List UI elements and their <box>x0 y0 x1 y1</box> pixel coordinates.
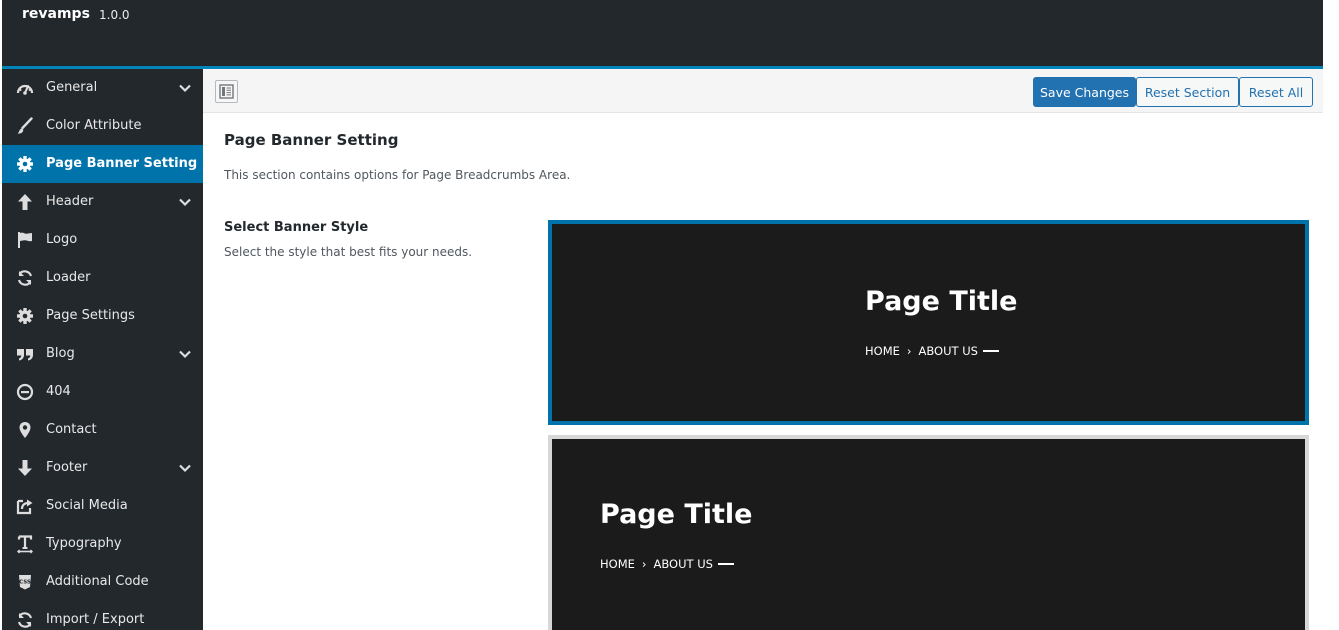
sidebar-item-label: Logo <box>46 232 78 247</box>
sidebar-item-additional-code[interactable]: CSS Additional Code <box>2 563 203 601</box>
sidebar-item-label: Color Attribute <box>46 118 142 133</box>
breadcrumb-separator: › <box>906 344 912 358</box>
breadcrumb-home: HOME <box>600 557 635 571</box>
chevron-down-icon[interactable] <box>178 461 192 475</box>
sidebar-item-404[interactable]: 404 <box>2 373 203 411</box>
chevron-down-icon[interactable] <box>178 81 192 95</box>
sidebar-item-header[interactable]: Header <box>2 183 203 221</box>
sidebar-item-label: Header <box>46 194 94 209</box>
sidebar-item-page-banner-setting[interactable]: Page Banner Setting <box>2 145 203 183</box>
arrow-up-icon <box>15 192 35 212</box>
quote-icon <box>15 344 35 364</box>
breadcrumb-separator: › <box>641 557 647 571</box>
map-pin-icon <box>15 420 35 440</box>
gear-icon <box>15 154 35 174</box>
arrow-down-icon <box>15 458 35 478</box>
sidebar-item-general[interactable]: General <box>2 69 203 107</box>
dashboard-icon <box>15 78 35 98</box>
section-title: Page Banner Setting <box>224 131 399 149</box>
expand-options-button[interactable] <box>215 80 238 103</box>
refresh-icon <box>15 610 35 630</box>
top-bar: revamps 1.0.0 <box>2 0 1323 66</box>
toolbar: Save Changes Reset Section Reset All <box>203 69 1323 113</box>
sidebar-item-label: 404 <box>46 384 71 399</box>
css-icon: CSS <box>15 572 35 592</box>
breadcrumb-current: ABOUT US <box>918 344 978 358</box>
field-description: Select the style that best fits your nee… <box>224 245 473 259</box>
sidebar-item-blog[interactable]: Blog <box>2 335 203 373</box>
sidebar-item-import-export[interactable]: Import / Export <box>2 601 203 630</box>
minus-circle-icon <box>15 382 35 402</box>
banner-preview-title: Page Title <box>865 286 1018 317</box>
svg-text:CSS: CSS <box>19 580 31 586</box>
sidebar-item-label: Footer <box>46 460 88 475</box>
refresh-icon <box>15 268 35 288</box>
sidebar-item-label: Social Media <box>46 498 128 513</box>
sidebar-item-label: Additional Code <box>46 574 149 589</box>
sidebar-item-label: General <box>46 80 98 95</box>
sidebar: General Color Attribute Page Banner Sett… <box>2 69 203 630</box>
chevron-down-icon[interactable] <box>178 195 192 209</box>
reset-all-button[interactable]: Reset All <box>1239 77 1313 107</box>
sidebar-item-label: Typography <box>46 536 122 551</box>
text-icon <box>15 534 35 554</box>
right-edge-strip <box>1323 0 1339 630</box>
banner-preview-title: Page Title <box>600 499 753 530</box>
field-title: Select Banner Style <box>224 220 369 235</box>
brush-icon <box>15 116 35 136</box>
sidebar-item-color-attribute[interactable]: Color Attribute <box>2 107 203 145</box>
app-name: revamps <box>22 6 90 22</box>
section-description: This section contains options for Page B… <box>224 168 571 182</box>
sidebar-item-label: Import / Export <box>46 612 145 627</box>
breadcrumb-dash <box>982 350 999 352</box>
chevron-down-icon[interactable] <box>178 347 192 361</box>
save-changes-button[interactable]: Save Changes <box>1033 77 1136 107</box>
sidebar-item-label: Page Settings <box>46 308 135 323</box>
reset-section-button[interactable]: Reset Section <box>1136 77 1239 107</box>
banner-preview-breadcrumb: HOME › ABOUT US <box>865 344 999 358</box>
breadcrumb-current: ABOUT US <box>653 557 713 571</box>
banner-style-option-left[interactable]: Page Title HOME › ABOUT US <box>548 435 1309 630</box>
sidebar-item-label: Loader <box>46 270 91 285</box>
sidebar-item-label: Contact <box>46 422 97 437</box>
sidebar-item-logo[interactable]: Logo <box>2 221 203 259</box>
breadcrumb-home: HOME <box>865 344 900 358</box>
sidebar-item-typography[interactable]: Typography <box>2 525 203 563</box>
gear-icon <box>15 306 35 326</box>
banner-preview-breadcrumb: HOME › ABOUT US <box>600 557 734 571</box>
sidebar-item-footer[interactable]: Footer <box>2 449 203 487</box>
share-icon <box>15 496 35 516</box>
sidebar-item-loader[interactable]: Loader <box>2 259 203 297</box>
flag-icon <box>15 230 35 250</box>
sidebar-item-label: Page Banner Setting <box>46 156 198 171</box>
app-version: 1.0.0 <box>99 8 130 22</box>
sidebar-item-social-media[interactable]: Social Media <box>2 487 203 525</box>
breadcrumb-dash <box>717 563 734 565</box>
sidebar-item-contact[interactable]: Contact <box>2 411 203 449</box>
layout-icon <box>219 84 234 99</box>
main-panel: Save Changes Reset Section Reset All Pag… <box>203 69 1323 630</box>
sidebar-item-label: Blog <box>46 346 75 361</box>
sidebar-item-page-settings[interactable]: Page Settings <box>2 297 203 335</box>
banner-style-option-centered[interactable]: Page Title HOME › ABOUT US <box>548 220 1309 425</box>
